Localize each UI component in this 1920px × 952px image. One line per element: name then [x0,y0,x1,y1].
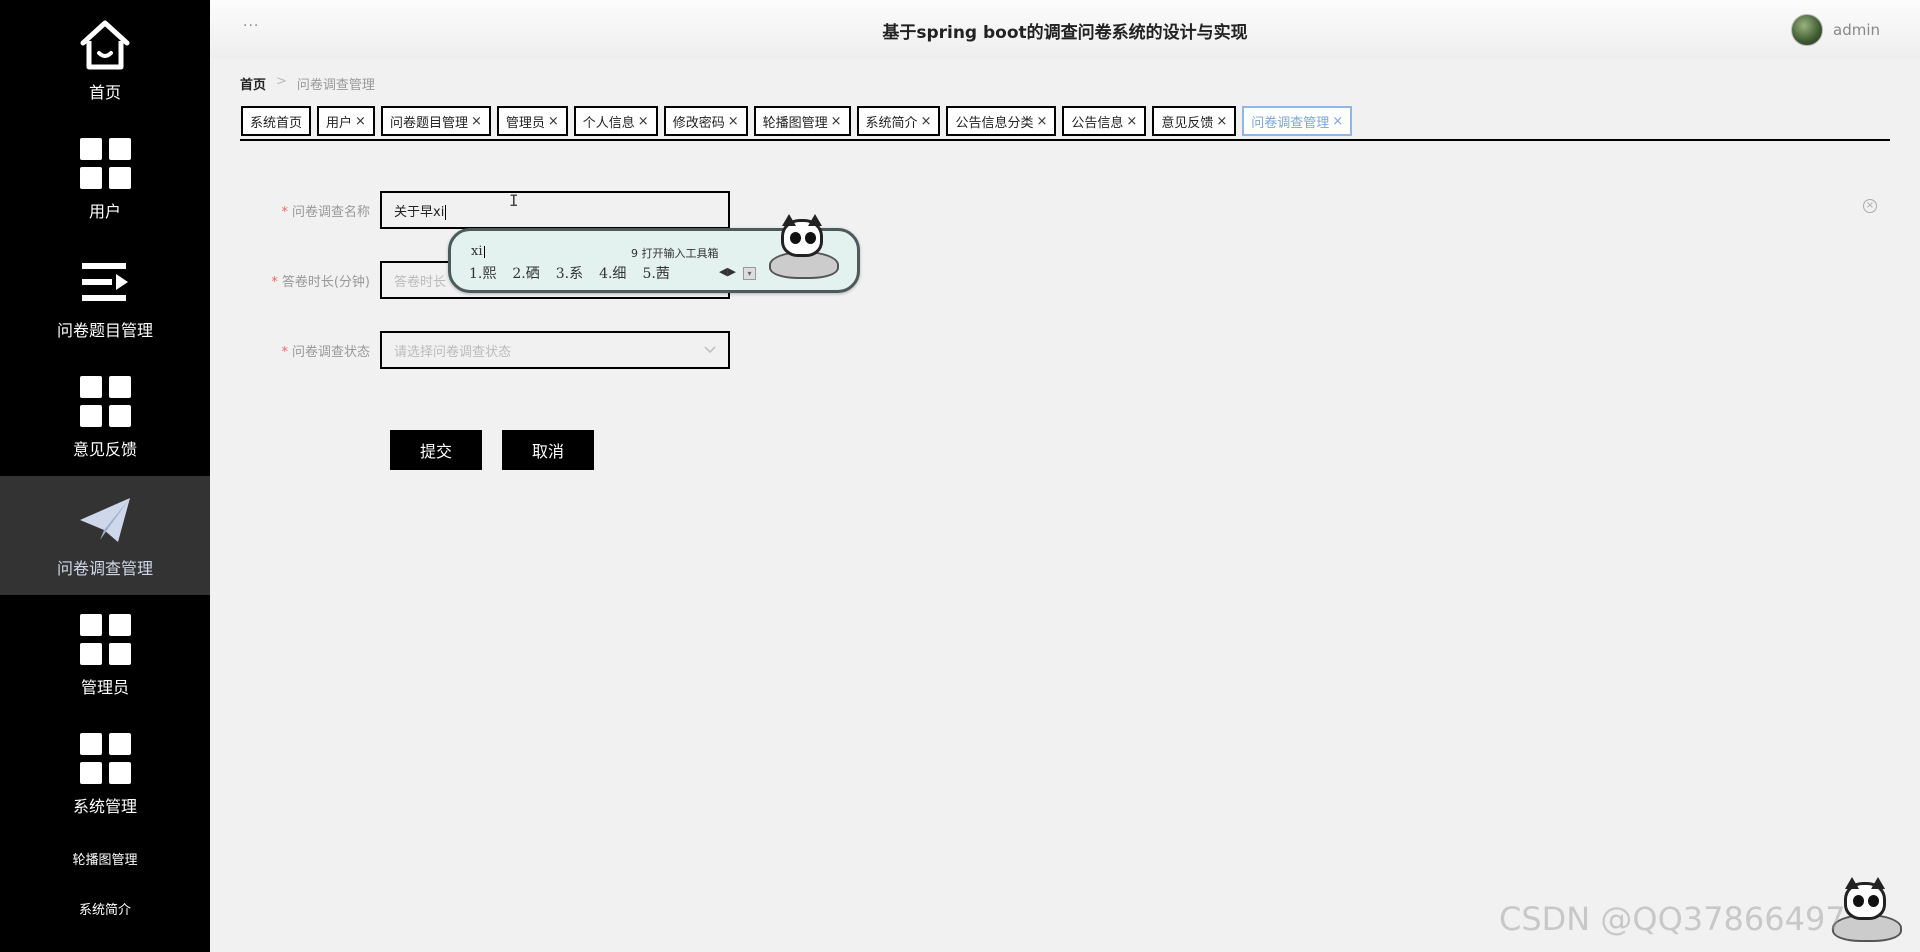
sidebar-item-label: 用户 [88,201,121,221]
survey-name-value: 关于早xi [394,204,445,220]
home-icon [77,17,133,73]
sidebar-subitem-carousel[interactable]: 轮播图管理 [0,833,210,883]
grid-icon [77,374,133,430]
grid-icon [77,731,133,787]
submit-button[interactable]: 提交 [390,430,482,470]
tab-label: 问卷题目管理 [389,115,468,131]
form-row-name: * 问卷调查名称 关于早xi [240,191,730,229]
close-icon[interactable]: × [638,114,649,129]
ime-composition: xi [471,244,485,259]
status-select[interactable]: 请选择问卷调查状态 [380,331,730,369]
sidebar-item-users[interactable]: 用户 [0,119,210,238]
cancel-button[interactable]: 取消 [502,430,594,470]
tab-label: 系统首页 [250,115,303,131]
close-icon[interactable]: × [728,114,739,129]
sidebar-item-system[interactable]: 系统管理 [0,714,210,833]
field-label: * 答卷时长(分钟) [271,274,370,290]
ime-candidate[interactable]: 4.细 [599,263,626,283]
tab-label: 系统简介 [865,115,918,131]
tab-label: 用户 [326,115,353,131]
sidebar-subitem-intro[interactable]: 系统简介 [0,883,210,933]
sidebar-item-label: 问卷调查管理 [56,558,153,578]
tab-label: 意见反馈 [1161,115,1214,131]
tab-label: 公告信息分类 [955,115,1034,131]
ime-candidate[interactable]: 2.硒 [512,263,539,283]
watermark: CSDN @QQ37866497 [1499,900,1846,938]
tab-label: 个人信息 [582,115,635,131]
page-title: 基于spring boot的调查问卷系统的设计与实现 [882,23,1248,43]
sidebar: 首页 用户 问卷题目管理 意见反馈 问卷调查管理 管理员 系统管理 轮播图管理 … [0,0,210,952]
sidebar-item-label: 系统管理 [72,796,137,816]
chevron-down-icon [704,343,716,358]
close-icon[interactable]: × [921,114,932,129]
grid-icon [77,612,133,668]
list-icon [77,255,133,311]
tab-label: 问卷调查管理 [1251,115,1330,131]
sidebar-item-label: 管理员 [80,677,129,697]
tab-change-password[interactable]: 修改密码 × [663,106,748,136]
ime-tip[interactable]: 9 打开输入工具箱 [631,245,719,261]
tab-label: 修改密码 [672,115,725,131]
i-beam-cursor-icon: I [509,191,519,210]
close-icon[interactable]: × [831,114,842,129]
tab-profile[interactable]: 个人信息 × [573,106,658,136]
breadcrumb: 首页 > 问卷调查管理 [240,74,375,93]
close-icon[interactable]: × [471,114,482,129]
sidebar-item-survey-manage[interactable]: 问卷调查管理 [0,476,210,595]
ime-candidate[interactable]: 1.熙 [469,263,496,283]
avatar[interactable] [1791,14,1823,46]
sidebar-item-label: 意见反馈 [72,439,137,459]
ime-mascot-icon [769,214,839,289]
sidebar-item-feedback[interactable]: 意见反馈 [0,357,210,476]
tab-label: 轮播图管理 [762,115,828,131]
paper-plane-icon [77,493,133,549]
ime-candidates: 1.熙 2.硒 3.系 4.细 5.茜 [469,263,670,283]
username[interactable]: admin [1833,21,1880,39]
close-icon[interactable]: × [1036,114,1047,129]
form-row-status: * 问卷调查状态 请选择问卷调查状态 [240,331,730,369]
duration-placeholder: 答卷时长 [394,274,447,290]
ime-page-arrows-icon[interactable]: ◀▶ [719,265,736,278]
breadcrumb-separator: > [276,74,287,89]
field-label: * 问卷调查名称 [281,204,370,220]
sidebar-item-admin[interactable]: 管理员 [0,595,210,714]
sidebar-item-home[interactable]: 首页 [0,0,210,119]
close-icon[interactable]: × [1126,114,1137,129]
close-icon[interactable]: × [1216,114,1227,129]
survey-name-input[interactable]: 关于早xi [380,191,730,229]
tab-label: 管理员 [505,115,545,131]
sidebar-item-label: 问卷题目管理 [56,320,153,340]
close-icon[interactable]: × [548,114,559,129]
tab-bar: 系统首页 用户 × 问卷题目管理 × 管理员 × 个人信息 × 修改密码 × 轮播图管理 ×… [240,106,1890,141]
grid-icon [77,136,133,192]
top-header: ··· 基于spring boot的调查问卷系统的设计与实现 admin [210,0,1920,58]
ime-candidate[interactable]: 3.系 [556,263,583,283]
tab-survey-manage[interactable]: 问卷调查管理 × [1242,106,1353,136]
tab-question-manage[interactable]: 问卷题目管理 × [380,106,491,136]
tab-label: 公告信息 [1071,115,1124,131]
close-icon[interactable]: × [355,114,366,129]
tab-users[interactable]: 用户 × [317,106,375,136]
ime-expand-icon[interactable]: ▾ [743,267,756,280]
status-placeholder: 请选择问卷调查状态 [394,344,512,360]
text-caret [445,204,447,220]
tab-feedback[interactable]: 意见反馈 × [1152,106,1237,136]
breadcrumb-current: 问卷调查管理 [296,78,375,93]
tab-notice-category[interactable]: 公告信息分类 × [946,106,1057,136]
tab-notice[interactable]: 公告信息 × [1062,106,1147,136]
tab-admin[interactable]: 管理员 × [496,106,568,136]
close-icon[interactable]: × [1332,114,1343,129]
ime-candidate[interactable]: 5.茜 [642,263,669,283]
sidebar-item-question-manage[interactable]: 问卷题目管理 [0,238,210,357]
user-menu[interactable]: admin [1791,14,1880,46]
tab-carousel[interactable]: 轮播图管理 × [753,106,851,136]
tab-system-home[interactable]: 系统首页 [241,106,312,136]
field-label: * 问卷调查状态 [281,344,370,360]
tab-system-intro[interactable]: 系统简介 × [856,106,941,136]
breadcrumb-home[interactable]: 首页 [240,74,266,93]
sidebar-item-label: 首页 [88,82,121,102]
clear-icon[interactable]: × [1863,199,1877,213]
ime-candidate-window: xi 9 打开输入工具箱 1.熙 2.硒 3.系 4.细 5.茜 ◀▶ ▾ [448,214,860,293]
